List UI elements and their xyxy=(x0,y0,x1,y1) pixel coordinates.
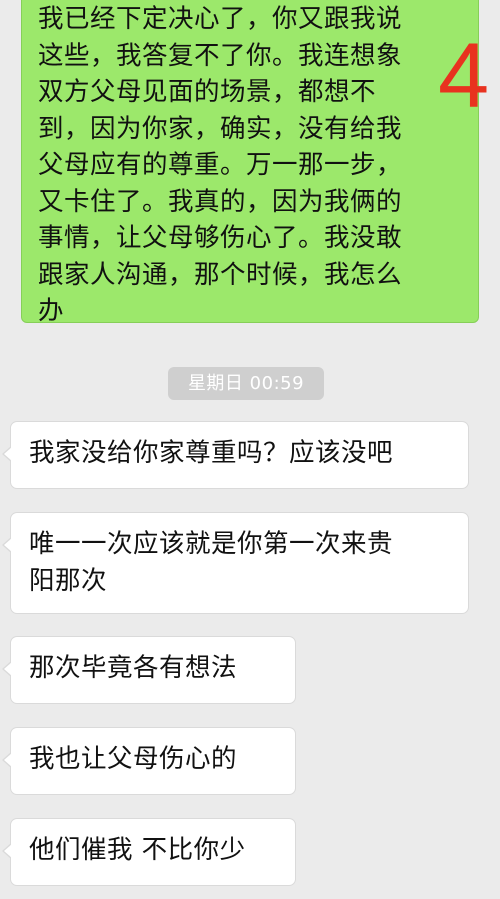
outgoing-message-bubble[interactable]: 我已经下定决心了，你又跟我说 这些，我答复不了你。我连想象 双方父母见面的场景，… xyxy=(21,0,479,326)
message-timestamp: 星期日 00:59 xyxy=(168,367,324,400)
message-text: 我家没给你家尊重吗？应该没吧 xyxy=(29,438,394,468)
screenshot-number-label: 4 xyxy=(438,25,490,127)
message-text: 他们催我 不比你少 xyxy=(29,835,246,865)
message-text: 唯一一次应该就是你第一次来贵 阳那次 xyxy=(29,529,394,596)
message-text: 那次毕竟各有想法 xyxy=(29,653,238,683)
message-text: 我也让父母伤心的 xyxy=(29,744,238,774)
incoming-message-bubble[interactable]: 唯一一次应该就是你第一次来贵 阳那次 xyxy=(2,512,469,614)
incoming-message-bubble[interactable]: 那次毕竟各有想法 xyxy=(2,636,296,704)
incoming-message-bubble[interactable]: 我也让父母伤心的 xyxy=(2,727,296,795)
incoming-message-bubble[interactable]: 他们催我 不比你少 xyxy=(2,818,296,886)
chat-area[interactable]: 我已经下定决心了，你又跟我说 这些，我答复不了你。我连想象 双方父母见面的场景，… xyxy=(0,0,500,899)
message-text: 我已经下定决心了，你又跟我说 这些，我答复不了你。我连想象 双方父母见面的场景，… xyxy=(38,4,403,326)
incoming-message-bubble[interactable]: 我家没给你家尊重吗？应该没吧 xyxy=(2,421,469,489)
